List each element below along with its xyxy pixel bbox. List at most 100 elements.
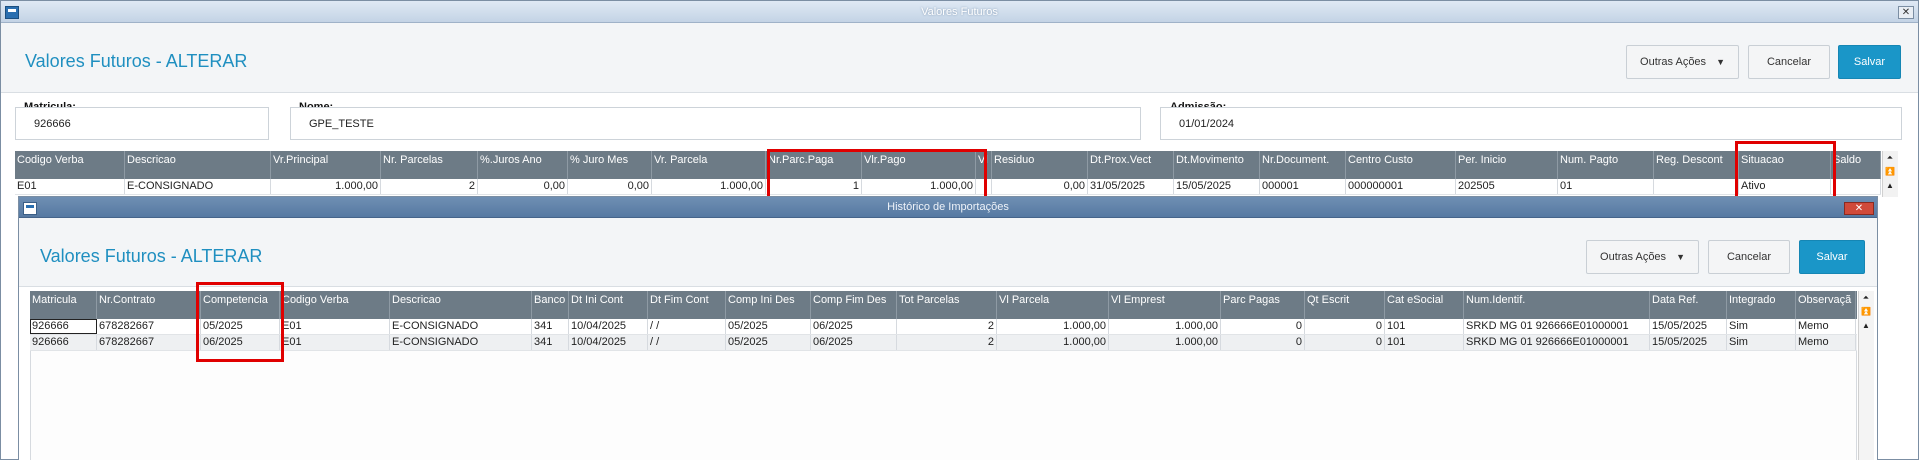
column-header[interactable]: Comp Fim Des	[811, 291, 897, 319]
table-cell[interactable]: 202505	[1456, 179, 1558, 194]
table-cell[interactable]: 06/2025	[811, 319, 897, 334]
table-cell[interactable]: 1	[766, 179, 862, 194]
table-cell[interactable]: Memo	[1796, 335, 1856, 350]
table-cell[interactable]: 06/2025	[201, 335, 280, 350]
column-header[interactable]: Centro Custo	[1346, 151, 1456, 179]
table-cell[interactable]: / /	[648, 319, 726, 334]
column-header[interactable]: Observaçã	[1796, 291, 1856, 319]
scroll-page-up-icon[interactable]: ⏫	[1859, 306, 1873, 319]
table-cell[interactable]: 101	[1385, 319, 1464, 334]
save-button[interactable]: Salvar	[1838, 45, 1901, 79]
scroll-up-icon[interactable]: ▲	[1859, 320, 1873, 333]
table-cell[interactable]: 01	[1558, 179, 1654, 194]
more-actions-button[interactable]: Outras Ações ▼	[1626, 45, 1739, 79]
table-cell[interactable]: E01	[280, 319, 390, 334]
table-cell[interactable]: E01	[280, 335, 390, 350]
column-header[interactable]: Nr.Document.	[1260, 151, 1346, 179]
table-row[interactable]: 926666 678282667 05/2025 E01 E-CONSIGNADO 341…	[30, 319, 1857, 335]
table-cell[interactable]: 1.000,00	[1109, 335, 1221, 350]
column-header[interactable]: Vl Parcela	[997, 291, 1109, 319]
column-header[interactable]: Nr. Parcelas	[381, 151, 478, 179]
column-header[interactable]: Codigo Verba	[15, 151, 125, 179]
table-cell[interactable]: Sim	[1727, 335, 1796, 350]
table-cell[interactable]: 15/05/2025	[1650, 335, 1727, 350]
table-cell[interactable]: 926666	[30, 335, 97, 350]
modal-cancel-button[interactable]: Cancelar	[1708, 240, 1790, 274]
column-header[interactable]: Reg. Descont	[1654, 151, 1739, 179]
table-row[interactable]: 926666 678282667 06/2025 E01 E-CONSIGNADO 341…	[30, 335, 1857, 351]
table-cell[interactable]: 0	[1305, 335, 1385, 350]
table-cell[interactable]: 926666	[30, 319, 97, 334]
table-cell[interactable]: 678282667	[97, 319, 201, 334]
column-header[interactable]: Residuo	[992, 151, 1088, 179]
admissao-field[interactable]: 01/01/2024	[1160, 107, 1902, 140]
table-cell[interactable]: E-CONSIGNADO	[390, 319, 532, 334]
table-cell[interactable]: 1.000,00	[997, 319, 1109, 334]
table-cell[interactable]: 2	[897, 335, 997, 350]
table-cell[interactable]: 2	[897, 319, 997, 334]
table-cell[interactable]: SRKD MG 01 926666E01000001	[1464, 319, 1650, 334]
column-header[interactable]: % Juro Mes	[568, 151, 652, 179]
column-header[interactable]: Dt.Prox.Vect	[1088, 151, 1174, 179]
table-cell[interactable]: 341	[532, 335, 569, 350]
table-cell[interactable]: Ativo	[1739, 179, 1831, 194]
table-cell[interactable]: Sim	[1727, 319, 1796, 334]
column-header[interactable]: Vlr.Pago	[862, 151, 976, 179]
table-cell[interactable]: 31/05/2025	[1088, 179, 1174, 194]
scroll-top-icon[interactable]: ⏶	[1859, 292, 1873, 305]
column-header[interactable]: Num. Pagto	[1558, 151, 1654, 179]
column-header[interactable]: Descricao	[125, 151, 271, 179]
table-cell[interactable]: 05/2025	[726, 319, 811, 334]
main-grid-scrollbar[interactable]: ⏶ ⏫ ▲	[1882, 151, 1898, 197]
table-cell[interactable]: 101	[1385, 335, 1464, 350]
table-cell[interactable]: 0	[1221, 335, 1305, 350]
column-header[interactable]: Codigo Verba	[280, 291, 390, 319]
scroll-up-icon[interactable]: ▲	[1883, 180, 1897, 193]
table-cell[interactable]: 06/2025	[811, 335, 897, 350]
column-header[interactable]: Per. Inicio	[1456, 151, 1558, 179]
nome-field[interactable]: GPE_TESTE	[290, 107, 1141, 140]
table-cell[interactable]: 678282667	[97, 335, 201, 350]
table-cell[interactable]: 2	[381, 179, 478, 194]
table-cell[interactable]: 1.000,00	[862, 179, 976, 194]
column-header[interactable]: Nr.Parc.Paga	[766, 151, 862, 179]
table-cell[interactable]: 000001	[1260, 179, 1346, 194]
column-header[interactable]: Vr.Principal	[271, 151, 381, 179]
column-header[interactable]: Saldo	[1831, 151, 1881, 179]
table-cell[interactable]: 10/04/2025	[569, 319, 648, 334]
column-header[interactable]: Qt Escrit	[1305, 291, 1385, 319]
scroll-top-icon[interactable]: ⏶	[1883, 152, 1897, 165]
table-cell[interactable]: / /	[648, 335, 726, 350]
table-cell[interactable]: 15/05/2025	[1174, 179, 1260, 194]
table-cell[interactable]	[976, 179, 992, 194]
table-cell[interactable]: SRKD MG 01 926666E01000001	[1464, 335, 1650, 350]
table-cell[interactable]: E-CONSIGNADO	[125, 179, 271, 194]
column-header[interactable]: Descricao	[390, 291, 532, 319]
table-cell[interactable]: 10/04/2025	[569, 335, 648, 350]
table-cell[interactable]: 1.000,00	[271, 179, 381, 194]
column-header[interactable]: Banco	[532, 291, 569, 319]
table-cell[interactable]: 1.000,00	[1109, 319, 1221, 334]
column-header[interactable]: Dt Fim Cont	[648, 291, 726, 319]
column-header[interactable]: Dt Ini Cont	[569, 291, 648, 319]
table-row[interactable]: E01 E-CONSIGNADO 1.000,00 2 0,00 0,00 1.000,00…	[15, 179, 1881, 195]
column-header[interactable]: Parc Pagas	[1221, 291, 1305, 319]
column-header[interactable]: Comp Ini Des	[726, 291, 811, 319]
table-cell[interactable]: 0,00	[478, 179, 568, 194]
scroll-page-up-icon[interactable]: ⏫	[1883, 166, 1897, 179]
matricula-field[interactable]: 926666	[15, 107, 269, 140]
table-cell[interactable]: 15/05/2025	[1650, 319, 1727, 334]
column-header[interactable]: Vl Emprest	[1109, 291, 1221, 319]
column-header[interactable]: Num.Identif.	[1464, 291, 1650, 319]
modal-grid-scrollbar[interactable]: ⏶ ⏫ ▲	[1858, 291, 1874, 460]
table-cell[interactable]: 1.000,00	[997, 335, 1109, 350]
close-icon[interactable]: ✕	[1898, 6, 1914, 19]
column-header[interactable]: Nr.Contrato	[97, 291, 201, 319]
column-header[interactable]: Situacao	[1739, 151, 1831, 179]
column-header[interactable]: Tot Parcelas	[897, 291, 997, 319]
table-cell[interactable]: 05/2025	[201, 319, 280, 334]
column-header[interactable]: Vr. Parcela	[652, 151, 766, 179]
table-cell[interactable]: 05/2025	[726, 335, 811, 350]
modal-save-button[interactable]: Salvar	[1799, 240, 1865, 274]
table-cell[interactable]: 0	[1221, 319, 1305, 334]
